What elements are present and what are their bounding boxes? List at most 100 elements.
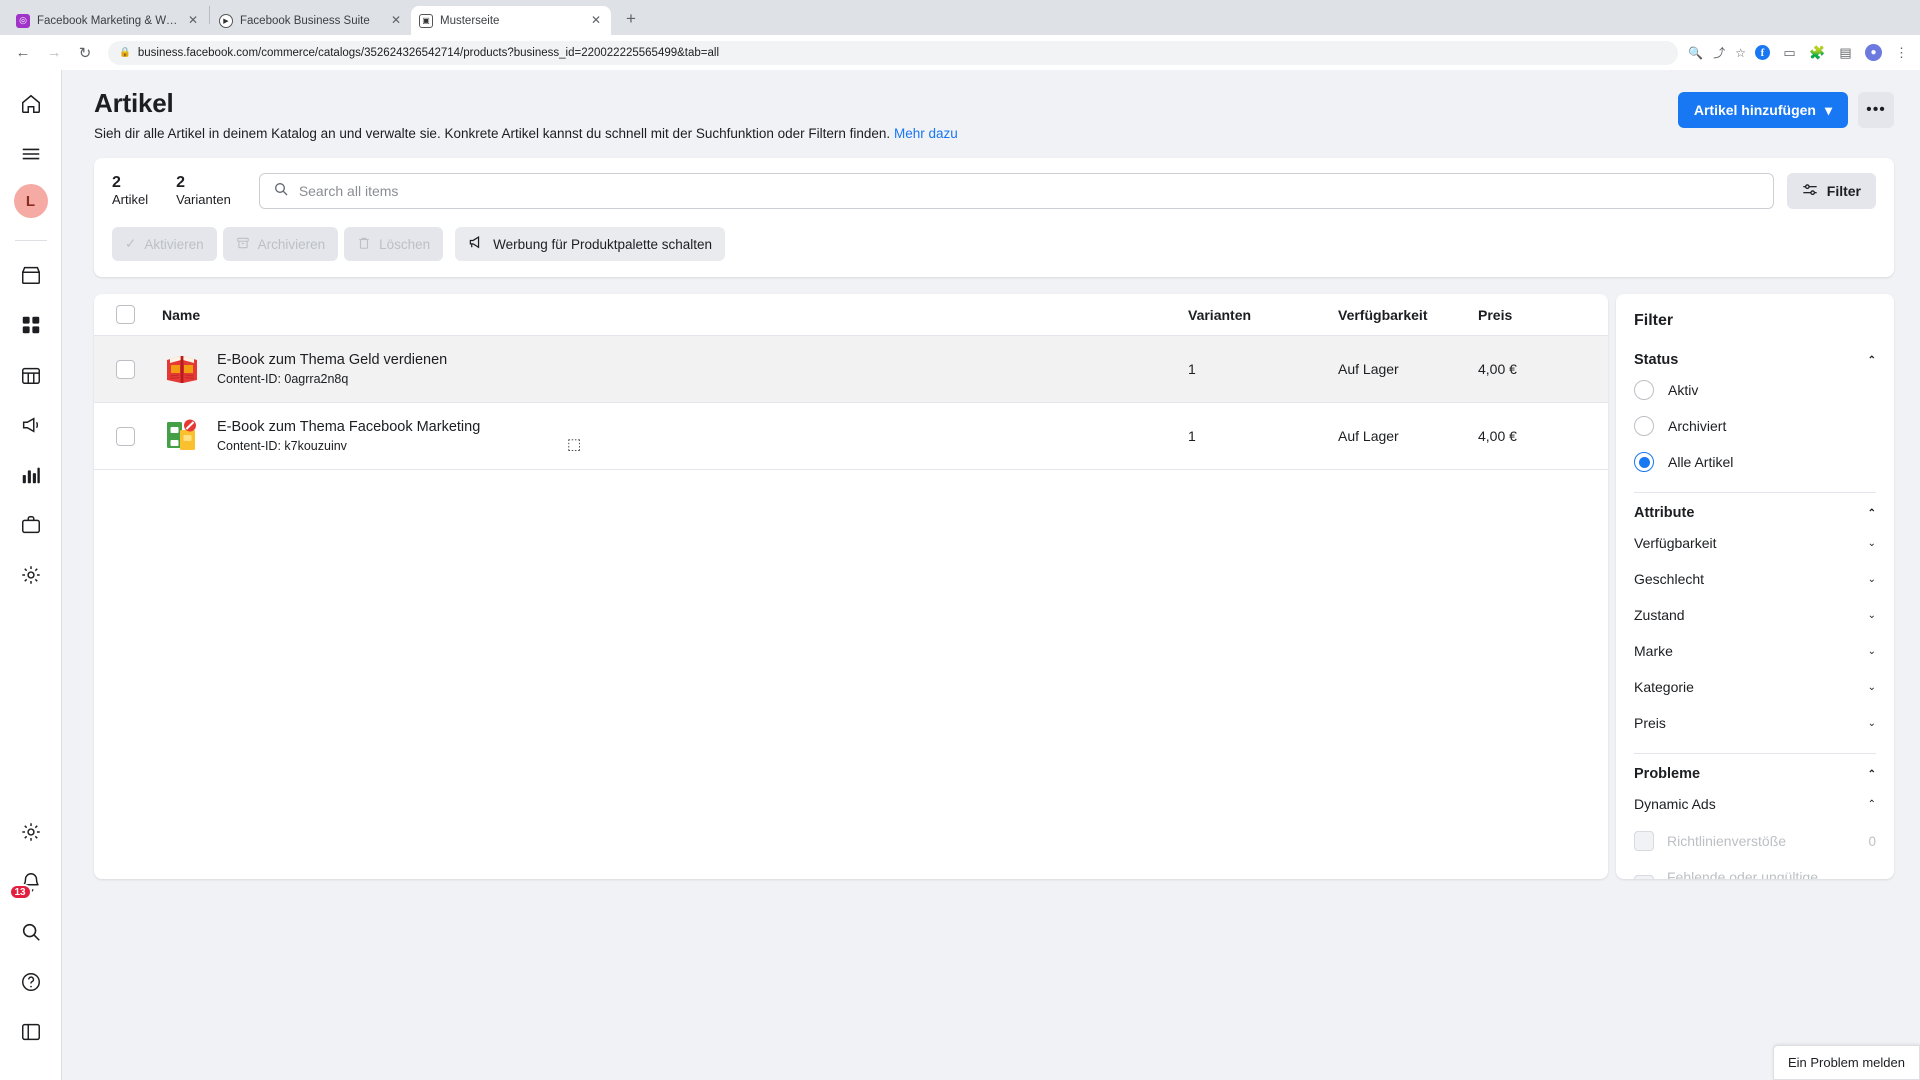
stat-value: 2	[112, 173, 121, 191]
forward-icon[interactable]: →	[41, 40, 67, 66]
search-box[interactable]	[258, 173, 1774, 209]
attribute-row-geschlecht[interactable]: Geschlecht ⌄	[1634, 561, 1876, 597]
archive-button[interactable]: Archivieren	[222, 227, 339, 261]
learn-more-link[interactable]: Mehr dazu	[894, 126, 958, 141]
add-item-button[interactable]: Artikel hinzufügen ▾	[1677, 92, 1848, 128]
reload-icon[interactable]: ↻	[72, 40, 98, 66]
more-options-button[interactable]: •••	[1858, 92, 1894, 128]
green-yellow-books-icon	[162, 416, 202, 456]
star-icon[interactable]: ☆	[1735, 46, 1746, 60]
filter-button[interactable]: Filter	[1786, 173, 1876, 209]
problems-item-fehlende-informationen[interactable]: Fehlende oder ungültige Informationen 0	[1634, 860, 1876, 879]
image-icon[interactable]: ▤	[1837, 45, 1854, 61]
filter-section-status[interactable]: Status ⌃	[1634, 343, 1876, 372]
bell-icon[interactable]: 13	[8, 862, 51, 902]
chevron-down-icon[interactable]: ⌄	[1868, 538, 1876, 549]
back-icon[interactable]: ←	[10, 40, 36, 66]
divider	[1634, 492, 1876, 493]
radio-icon[interactable]	[1634, 416, 1654, 436]
facebook-icon[interactable]: f	[1755, 45, 1770, 60]
new-tab-button[interactable]: +	[617, 5, 645, 33]
browser-tab-0[interactable]: ◎ Facebook Marketing & Werbea ✕	[8, 6, 208, 35]
chevron-up-icon[interactable]: ⌃	[1868, 769, 1876, 780]
puzzle-icon[interactable]: 🧩	[1809, 45, 1826, 61]
settings-icon[interactable]	[11, 812, 51, 852]
search-input[interactable]	[298, 183, 1760, 199]
attribute-row-preis[interactable]: Preis ⌄	[1634, 705, 1876, 741]
search-icon[interactable]	[11, 912, 51, 952]
collapse-icon[interactable]	[11, 1012, 51, 1052]
row-checkbox[interactable]	[116, 426, 135, 446]
chevron-down-icon[interactable]: ⌄	[1868, 610, 1876, 621]
tab-title: Facebook Marketing & Werbea	[37, 14, 179, 27]
product-name: E-Book zum Thema Geld verdienen	[217, 352, 448, 368]
main-content: Artikel Sieh dir alle Artikel in deinem …	[62, 70, 1920, 1080]
problems-item-richtlinienverstoesse[interactable]: Richtlinienverstöße 0	[1634, 822, 1876, 860]
attribute-label: Marke	[1634, 643, 1673, 659]
delete-button[interactable]: Löschen	[344, 227, 444, 261]
page-title: Artikel	[94, 88, 174, 118]
sidebar-item-megaphone[interactable]	[11, 405, 51, 445]
chevron-down-icon[interactable]: ⌄	[1868, 682, 1876, 693]
status-option-aktiv[interactable]: Aktiv	[1634, 372, 1876, 408]
chevron-up-icon[interactable]: ⌃	[1868, 799, 1876, 810]
browser-tab-1[interactable]: ▶ Facebook Business Suite ✕	[211, 6, 411, 35]
filter-section-attribute[interactable]: Attribute ⌃	[1634, 496, 1876, 525]
page-header-text: Artikel Sieh dir alle Artikel in deinem …	[94, 88, 958, 141]
attribute-row-zustand[interactable]: Zustand ⌄	[1634, 597, 1876, 633]
promote-product-set-button[interactable]: Werbung für Produktpalette schalten	[455, 227, 726, 261]
problems-row-dynamic-ads[interactable]: Dynamic Ads ⌃	[1634, 786, 1876, 822]
sidebar-item-menu[interactable]	[11, 134, 51, 174]
chevron-down-icon[interactable]: ⌄	[1868, 718, 1876, 729]
report-problem-button[interactable]: Ein Problem melden	[1772, 1045, 1920, 1080]
promote-label: Werbung für Produktpalette schalten	[493, 236, 713, 252]
tab-title: Musterseite	[440, 14, 500, 27]
check-icon: ✓	[125, 236, 137, 251]
table-row[interactable]: E-Book zum Thema Facebook Marketing Cont…	[94, 403, 1608, 470]
attribute-row-verfuegbarkeit[interactable]: Verfügbarkeit ⌄	[1634, 525, 1876, 561]
status-option-alle-artikel[interactable]: Alle Artikel	[1634, 444, 1876, 480]
attribute-row-kategorie[interactable]: Kategorie ⌄	[1634, 669, 1876, 705]
checkbox-icon[interactable]	[1634, 831, 1654, 851]
share-icon[interactable]: ⤴	[1713, 44, 1725, 61]
chevron-down-icon[interactable]: ⌄	[1868, 646, 1876, 657]
filter-button-label: Filter	[1826, 183, 1861, 199]
help-icon[interactable]	[11, 962, 51, 1002]
table-row[interactable]: E-Book zum Thema Geld verdienen Content-…	[94, 336, 1608, 403]
close-icon[interactable]: ✕	[389, 13, 403, 28]
status-option-archiviert[interactable]: Archiviert	[1634, 408, 1876, 444]
sidebar-item-apps[interactable]	[11, 305, 51, 345]
sidebar-item-analytics[interactable]	[11, 455, 51, 495]
sidebar-item-shop[interactable]	[11, 255, 51, 295]
close-icon[interactable]: ✕	[186, 13, 200, 28]
sidebar-item-home[interactable]	[11, 84, 51, 124]
instagram-icon: ◎	[16, 13, 30, 28]
select-all-checkbox[interactable]	[116, 305, 135, 324]
cell-availability: Auf Lager	[1338, 361, 1399, 377]
checkbox-icon[interactable]	[1634, 875, 1654, 879]
address-bar[interactable]: 🔒 business.facebook.com/commerce/catalog…	[108, 40, 1679, 65]
archive-icon	[236, 236, 250, 253]
activate-button[interactable]: ✓ Aktivieren	[112, 227, 217, 261]
search-icon[interactable]: 🔍	[1688, 46, 1703, 60]
sidebar-item-calendar[interactable]	[11, 355, 51, 395]
attribute-row-marke[interactable]: Marke ⌄	[1634, 633, 1876, 669]
sidebar-item-briefcase[interactable]	[11, 505, 51, 545]
row-checkbox[interactable]	[116, 359, 135, 379]
filter-section-probleme[interactable]: Probleme ⌃	[1634, 757, 1876, 786]
column-header-name: Name	[162, 306, 201, 323]
sidebar-item-settings[interactable]	[11, 555, 51, 595]
chevron-up-icon[interactable]: ⌃	[1868, 355, 1876, 366]
megaphone-icon	[468, 235, 485, 253]
avatar[interactable]: L	[13, 184, 48, 218]
menu-icon[interactable]: ⋮	[1893, 45, 1910, 61]
browser-tab-2[interactable]: ▣ Musterseite ✕	[411, 6, 611, 35]
chevron-up-icon[interactable]: ⌃	[1868, 508, 1876, 519]
chevron-down-icon[interactable]: ⌄	[1868, 574, 1876, 585]
cast-icon[interactable]: ▭	[1781, 45, 1798, 61]
problems-item-label: Richtlinienverstöße	[1667, 833, 1787, 849]
radio-icon-selected[interactable]	[1634, 452, 1654, 472]
radio-icon[interactable]	[1634, 380, 1654, 400]
close-icon[interactable]: ✕	[589, 13, 603, 28]
profile-icon[interactable]: ●	[1865, 44, 1882, 61]
